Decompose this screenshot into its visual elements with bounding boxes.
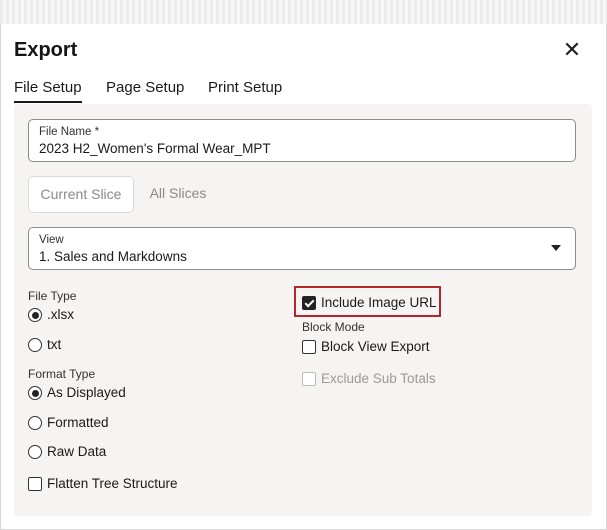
checkbox-unchecked-icon [28, 477, 42, 491]
file-type-txt-label: txt [47, 337, 62, 352]
radio-unselected-icon [28, 416, 42, 430]
format-formatted-label: Formatted [47, 415, 109, 430]
tab-file-setup[interactable]: File Setup [14, 79, 82, 103]
file-type-label: File Type [28, 289, 77, 303]
all-slices-button[interactable]: All Slices [140, 176, 216, 211]
format-type-label: Format Type [28, 367, 96, 381]
tab-page-setup[interactable]: Page Setup [106, 79, 184, 96]
radio-unselected-icon [28, 338, 42, 352]
dialog-title: Export [14, 39, 78, 61]
view-value: 1. Sales and Markdowns [39, 249, 187, 264]
file-type-xlsx-label: .xlsx [47, 307, 74, 322]
format-raw-data-label: Raw Data [47, 444, 107, 459]
current-slice-button[interactable]: Current Slice [28, 176, 134, 213]
view-select[interactable]: View 1. Sales and Markdowns [28, 227, 576, 270]
radio-unselected-icon [28, 445, 42, 459]
close-button[interactable]: ✕ [560, 38, 584, 62]
radio-selected-icon [28, 386, 42, 400]
checkbox-disabled-icon [302, 372, 316, 386]
checkbox-checked-icon [302, 296, 316, 310]
file-name-field[interactable]: File Name * 2023 H2_Women's Formal Wear_… [28, 119, 576, 162]
tab-print-setup[interactable]: Print Setup [208, 79, 282, 96]
background-header-strip [0, 0, 607, 25]
file-name-value: 2023 H2_Women's Formal Wear_MPT [39, 141, 271, 156]
radio-selected-icon [28, 308, 42, 322]
format-as-displayed-label: As Displayed [47, 385, 126, 400]
checkbox-unchecked-icon [302, 340, 316, 354]
view-label: View [39, 234, 64, 246]
exclude-sub-totals-label: Exclude Sub Totals [321, 371, 436, 386]
block-view-export-label: Block View Export [321, 339, 430, 354]
flatten-tree-label: Flatten Tree Structure [47, 476, 178, 491]
block-mode-label: Block Mode [302, 320, 365, 334]
close-icon: ✕ [562, 37, 582, 62]
chevron-down-icon [551, 245, 561, 251]
file-name-label: File Name * [39, 126, 100, 138]
include-image-url-label: Include Image URL [321, 295, 437, 310]
